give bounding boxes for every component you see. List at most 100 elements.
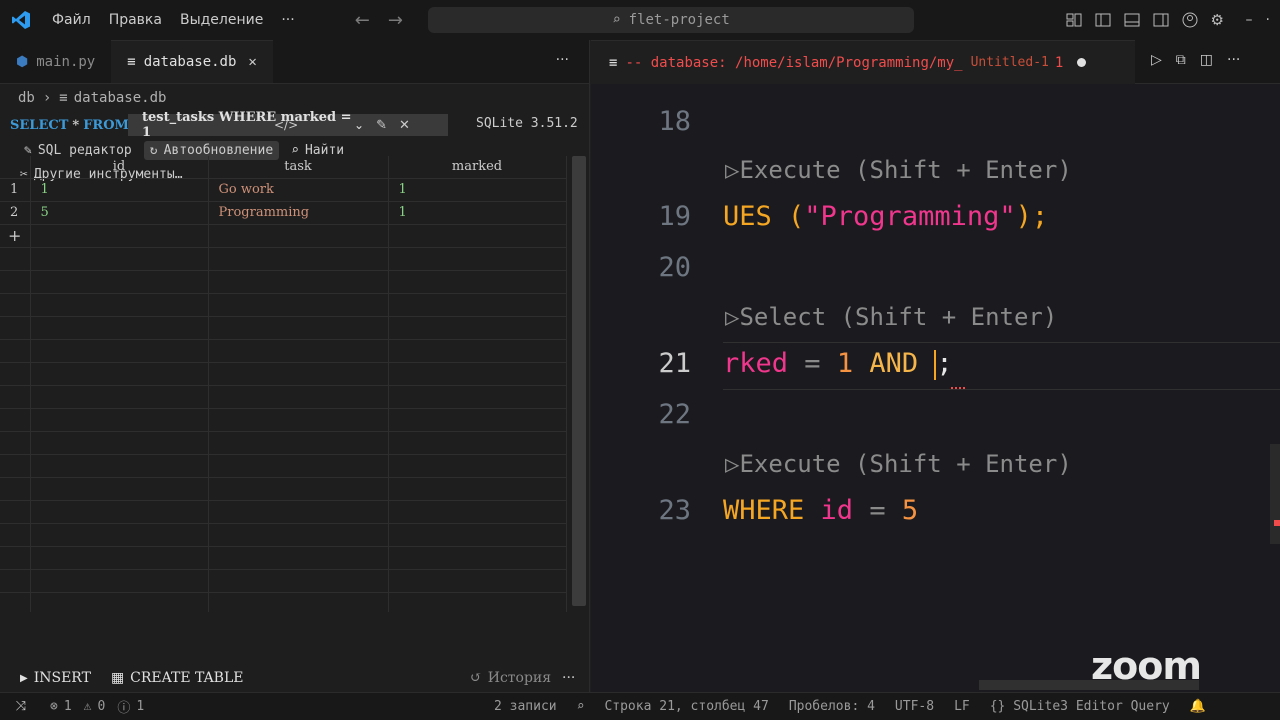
info-icon: ⓘ (117, 701, 131, 716)
codelens-execute[interactable]: ▷Execute (Shift + Enter) (725, 450, 1072, 478)
code-string: "Programming" (804, 201, 1016, 232)
toggle-primary-sidebar-icon[interactable] (1095, 12, 1111, 28)
menu-more[interactable]: ··· (281, 12, 294, 28)
forward-arrow-icon[interactable]: → (388, 10, 403, 31)
insert-label: INSERT (33, 670, 91, 686)
minimize-icon[interactable]: – (1246, 12, 1253, 28)
encoding[interactable]: UTF-8 (895, 699, 934, 714)
code-identifier: id (804, 495, 854, 526)
toggle-secondary-sidebar-icon[interactable] (1153, 12, 1169, 28)
close-tab-icon[interactable]: ✕ (248, 54, 256, 70)
customize-layout-icon[interactable] (1066, 12, 1082, 28)
breadcrumb-file[interactable]: database.db (74, 90, 167, 106)
column-header-id[interactable]: id (30, 156, 209, 178)
line-number: 19 (658, 201, 691, 232)
empty-row (0, 522, 567, 546)
more-actions-icon[interactable]: ··· (1227, 52, 1240, 68)
cell-task[interactable]: Go work (208, 177, 389, 201)
cursor-position[interactable]: Строка 21, столбец 47 (604, 699, 768, 714)
empty-row (0, 361, 567, 385)
toggle-panel-icon[interactable] (1124, 12, 1140, 28)
line-number: 20 (658, 252, 691, 283)
close-window-icon[interactable]: · (1266, 12, 1270, 28)
accounts-icon[interactable] (1182, 12, 1198, 28)
empty-row (0, 384, 567, 408)
end-of-line[interactable]: LF (954, 699, 970, 714)
code-operator: = (853, 495, 902, 526)
code-number: 5 (901, 495, 919, 526)
search-text: flet-project (628, 12, 730, 28)
data-grid: id task marked 1 1 Go work 1 2 5 Program… (0, 156, 570, 612)
tab-title: -- database: /home/islam/Programming/my_ (625, 54, 963, 71)
breadcrumb-folder[interactable]: db (18, 90, 35, 106)
open-changes-icon[interactable]: ⧉ (1176, 52, 1186, 68)
menu-edit[interactable]: Правка (109, 12, 162, 28)
footer-more[interactable]: ··· (562, 670, 575, 686)
code-keyword: AND (853, 348, 935, 379)
split-editor-icon[interactable]: ◫ (1200, 52, 1213, 68)
problems-status[interactable]: ⊗ 1 ⚠ 0 ⓘ 1 (50, 697, 144, 716)
codelens-execute[interactable]: ▷Execute (Shift + Enter) (725, 156, 1072, 184)
cell-task[interactable]: Programming (208, 200, 389, 224)
empty-row (0, 246, 567, 270)
cell-marked[interactable]: 1 (388, 200, 567, 224)
table-row[interactable]: 2 5 Programming 1 (0, 200, 567, 224)
table-select[interactable]: </> test_tasks WHERE marked = 1 ⌄ ✎ ✕ (128, 110, 448, 140)
create-table-label: CREATE TABLE (130, 670, 244, 686)
language-mode[interactable]: {} SQLite3 Editor Query (990, 699, 1170, 714)
minimap-slider[interactable] (1270, 444, 1280, 544)
row-number: 1 (0, 177, 31, 201)
back-arrow-icon[interactable]: ← (355, 10, 370, 31)
file-lines-icon: ≡ (59, 90, 68, 106)
chevron-down-icon[interactable]: ⌄ (354, 118, 364, 132)
indentation[interactable]: Пробелов: 4 (789, 699, 875, 714)
command-center-search[interactable]: ⌕ flet-project (428, 7, 914, 33)
add-row[interactable]: + (0, 223, 567, 247)
code-icon: </> (274, 118, 299, 132)
table-select-value: test_tasks WHERE marked = 1 (142, 110, 352, 140)
remote-icon[interactable]: ⤨ (0, 699, 42, 714)
create-table-button[interactable]: ▦ CREATE TABLE (111, 670, 244, 686)
empty-cell (30, 223, 209, 247)
menu-selection[interactable]: Выделение (180, 12, 263, 28)
code-number: 1 (836, 348, 854, 379)
warning-count: 0 (97, 699, 106, 714)
column-header-task[interactable]: task (208, 156, 389, 178)
clear-icon[interactable]: ✕ (399, 118, 410, 133)
menu-file[interactable]: Файл (52, 12, 91, 28)
notifications-icon[interactable]: 🔔 (1190, 699, 1206, 714)
settings-gear-icon[interactable]: ⚙ (1211, 12, 1227, 28)
insert-button[interactable]: ▶ INSERT (20, 670, 91, 686)
add-row-button[interactable]: + (0, 223, 31, 247)
column-header-marked[interactable]: marked (388, 156, 567, 178)
empty-row (0, 292, 567, 316)
cell-marked[interactable]: 1 (388, 177, 567, 201)
right-editor-group: ≡ -- database: /home/islam/Programming/m… (591, 40, 1280, 692)
unsaved-dot-icon[interactable] (1077, 58, 1087, 67)
tab-main-py[interactable]: ⬢ main.py (0, 40, 111, 83)
status-right: 2 записи ⌕ Строка 21, столбец 47 Пробело… (494, 699, 1206, 714)
zoom-icon[interactable]: ⌕ (577, 699, 585, 714)
codelens-select[interactable]: ▷Select (Shift + Enter) (725, 303, 1057, 331)
minimap-error-marker (1274, 520, 1280, 526)
edit-icon[interactable]: ✎ (376, 118, 387, 133)
title-bar: Файл Правка Выделение ··· ← → ⌕ flet-pro… (0, 0, 1280, 40)
empty-row (0, 315, 567, 339)
tab-actions-more[interactable]: ··· (556, 52, 569, 68)
history-button[interactable]: ↺ История (470, 670, 551, 686)
problem-count: 1 (1054, 54, 1064, 71)
table-row[interactable]: 1 1 Go work 1 (0, 177, 567, 201)
code-editor[interactable]: 18 ▷Execute (Shift + Enter) 19 UES ("Pro… (591, 84, 1280, 692)
tab-database-db[interactable]: ≡ database.db ✕ (111, 40, 273, 83)
chevron-right-icon: › (42, 90, 52, 106)
cell-id[interactable]: 1 (30, 177, 209, 201)
info-count: 1 (136, 699, 145, 714)
run-icon[interactable]: ▷ (1151, 52, 1162, 68)
empty-row (0, 430, 567, 454)
braces-icon: {} (989, 699, 1014, 714)
cell-id[interactable]: 5 (30, 200, 209, 224)
grid-vertical-scrollbar[interactable] (572, 156, 586, 606)
tab-untitled-1[interactable]: ≡ -- database: /home/islam/Programming/m… (591, 40, 1135, 84)
editor-horizontal-scrollbar[interactable] (979, 680, 1199, 690)
file-lines-icon: ≡ (609, 54, 618, 71)
